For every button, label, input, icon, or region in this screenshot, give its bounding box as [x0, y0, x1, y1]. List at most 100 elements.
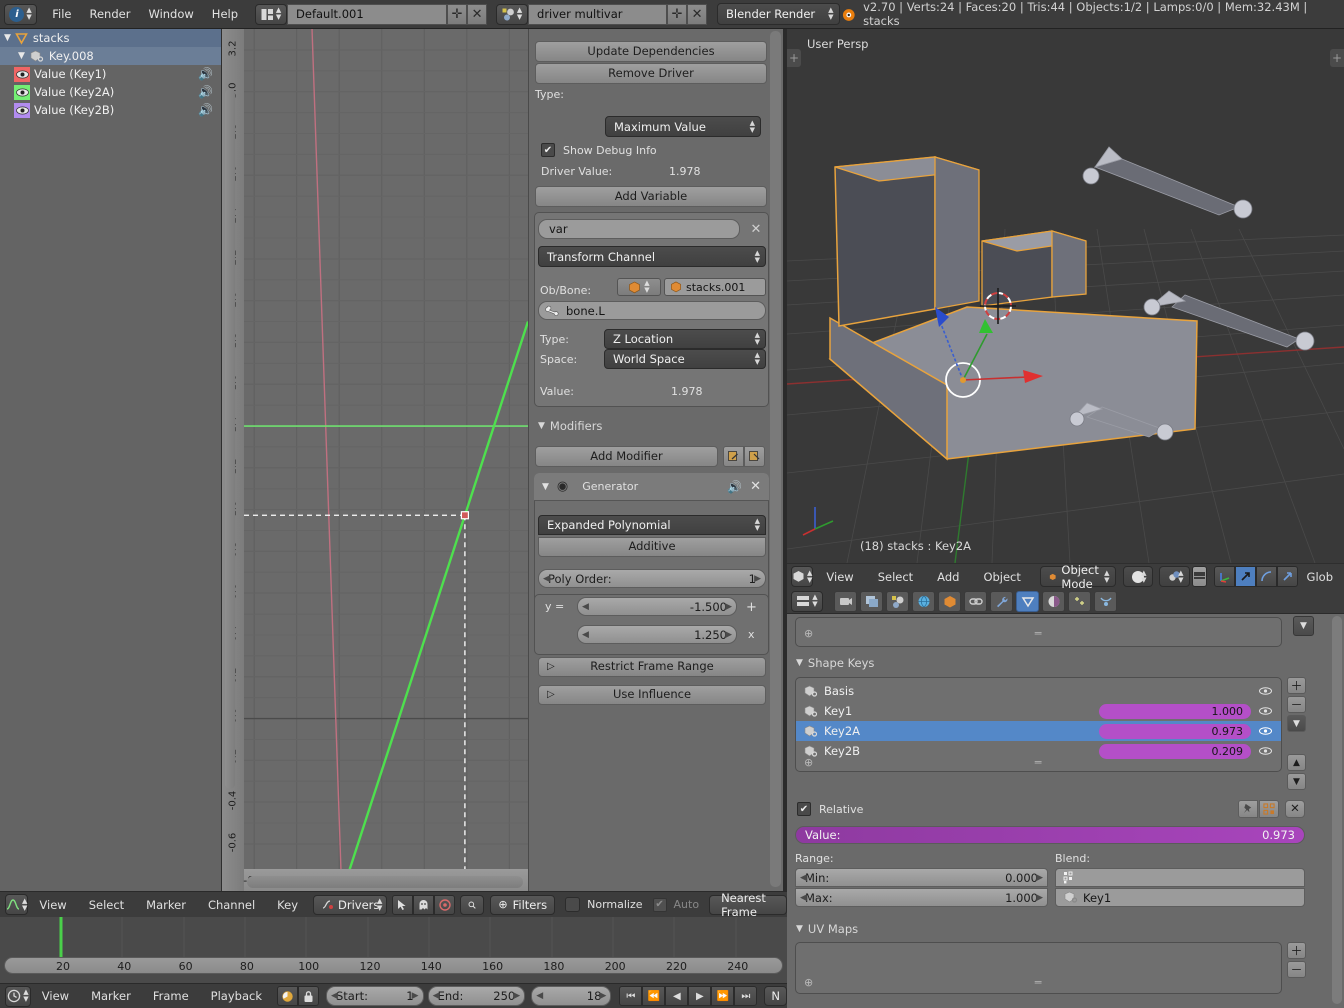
add-item-icon[interactable]: ⊕: [804, 756, 813, 769]
copy-paste-modifier-buttons[interactable]: [723, 446, 765, 467]
chevron-left-icon[interactable]: ◀: [800, 873, 807, 883]
scene-icon[interactable]: ▲▼: [496, 4, 528, 25]
use-influence-panel[interactable]: ▷ Use Influence: [538, 685, 766, 705]
chevron-right-icon[interactable]: ▶: [599, 991, 606, 1001]
grip-handle-icon[interactable]: ═: [1035, 627, 1043, 640]
eye-icon[interactable]: [14, 67, 30, 82]
paste-modifier-button[interactable]: [744, 446, 765, 467]
toolshelf-expand-icon[interactable]: +: [787, 49, 801, 67]
chevron-right-icon[interactable]: ▶: [725, 602, 732, 612]
ghost-curves-icon[interactable]: [413, 895, 434, 915]
graph-menu-marker[interactable]: Marker: [135, 898, 197, 912]
remove-shape-key-button[interactable]: －: [1287, 696, 1306, 713]
screen-layout-icon[interactable]: ▲▼: [255, 4, 287, 25]
mute-speaker-icon[interactable]: 🔊: [198, 67, 213, 81]
chevron-left-icon[interactable]: ◀: [543, 574, 550, 584]
tab-scene[interactable]: [886, 591, 909, 612]
graph-vertical-scrollbar[interactable]: [225, 89, 235, 789]
filters-button[interactable]: ⊕ Filters: [490, 895, 555, 915]
relative-checkbox-row[interactable]: ✔ Relative: [797, 802, 863, 816]
uv-maps-panel-header[interactable]: ▼ UV Maps: [796, 922, 858, 936]
jump-to-end-button[interactable]: ⏭: [734, 986, 757, 1006]
outliner-row-value-key1[interactable]: Value (Key1) 🔊: [0, 65, 221, 83]
screen-layout-selector[interactable]: ▲▼ Default.001 ✛ ✕: [255, 4, 487, 25]
tab-modifiers[interactable]: [990, 591, 1013, 612]
grip-handle-icon[interactable]: ═: [1035, 756, 1043, 769]
graph-selection-toggles[interactable]: [392, 895, 455, 915]
poly-order-stepper[interactable]: ◀ Poly Order: 1 ▶: [538, 569, 766, 588]
shape-keys-panel-header[interactable]: ▼ Shape Keys: [796, 656, 874, 670]
editor-type-view3d-icon[interactable]: ▲▼: [791, 566, 813, 587]
shape-key-value-slider[interactable]: 0.973: [1099, 724, 1251, 739]
eye-icon[interactable]: [14, 103, 30, 118]
lock-icon[interactable]: [298, 986, 319, 1006]
tab-object[interactable]: [938, 591, 961, 612]
timeline-editor[interactable]: 20406080100120140160180200220240: [0, 917, 787, 983]
coef1-field[interactable]: ◀ 1.250 ▶: [577, 625, 737, 644]
delete-variable-button[interactable]: ✕: [747, 219, 765, 239]
additive-toggle[interactable]: Additive: [538, 537, 766, 557]
graph-menu-select[interactable]: Select: [78, 898, 135, 912]
tab-render[interactable]: [834, 591, 857, 612]
viewport-3d[interactable]: User Persp (18) stacks : Key2A + +: [787, 29, 1344, 563]
scene-selector[interactable]: ▲▼ driver multivar ✛ ✕: [496, 4, 707, 25]
shape-key-clear-button[interactable]: ✕: [1285, 800, 1305, 818]
add-variable-button[interactable]: Add Variable: [535, 186, 767, 207]
chevron-right-icon[interactable]: ▶: [1036, 873, 1043, 883]
uv-maps-listbox[interactable]: ⊕ ═: [795, 942, 1282, 994]
end-frame-field[interactable]: ◀ End: 250 ▶: [428, 986, 526, 1006]
uv-map-add-remove-buttons[interactable]: ＋ －: [1287, 942, 1306, 978]
eye-icon[interactable]: [1257, 725, 1273, 738]
chevron-right-icon[interactable]: ▶: [513, 991, 520, 1001]
shape-key-specials-button[interactable]: ▼: [1287, 715, 1306, 732]
only-selected-curves-icon[interactable]: [434, 895, 455, 915]
shape-keys-listbox[interactable]: Basis Key1 1.000 Key2A 0.973: [795, 677, 1282, 772]
render-engine-selector[interactable]: Blender Render ▲▼: [717, 3, 840, 25]
disclosure-triangle-icon[interactable]: ▼: [18, 51, 25, 61]
graph-mode-select[interactable]: Drivers ▲▼: [313, 895, 387, 915]
jump-prev-keyframe-button[interactable]: ⏪: [642, 986, 665, 1006]
timeline-menu-marker[interactable]: Marker: [80, 989, 142, 1003]
viewport-scene[interactable]: [787, 29, 1344, 563]
graph-editor[interactable]: 3.23.02.82.62.42.22.01.81.61.41.21.00.80…: [222, 29, 528, 891]
driver-type-select[interactable]: Maximum Value ▲▼: [605, 116, 761, 137]
tab-object-data[interactable]: [1016, 591, 1039, 612]
shape-key-row-key1[interactable]: Key1 1.000: [796, 701, 1281, 721]
add-uv-map-button[interactable]: ＋: [1287, 942, 1306, 959]
eye-icon[interactable]: [14, 85, 30, 100]
disclosure-triangle-icon[interactable]: ▼: [4, 33, 11, 43]
add-item-icon[interactable]: ⊕: [804, 627, 813, 640]
blend-vertex-group-field[interactable]: [1055, 868, 1305, 887]
copy-modifier-button[interactable]: [723, 446, 744, 467]
chevron-left-icon[interactable]: ◀: [331, 991, 338, 1001]
scale-manipulator-icon[interactable]: [1277, 566, 1298, 587]
timeline-canvas[interactable]: [0, 917, 787, 957]
delete-scene-button[interactable]: ✕: [687, 4, 707, 25]
chevron-left-icon[interactable]: ◀: [582, 630, 589, 640]
mute-speaker-icon[interactable]: 🔊: [198, 85, 213, 99]
editor-type-info-icon[interactable]: i ▲▼: [4, 4, 37, 25]
auto-normalize-toggle[interactable]: ✔ Auto: [653, 898, 700, 912]
editor-type-graph-icon[interactable]: ▲▼: [5, 894, 28, 915]
graph-horizontal-scrollbar[interactable]: [247, 876, 523, 888]
shape-key-pin-icon[interactable]: [1238, 800, 1258, 818]
shape-key-value-slider[interactable]: 0.209: [1099, 744, 1251, 759]
rotate-manipulator-icon[interactable]: [1256, 566, 1277, 587]
range-max-field[interactable]: ◀ Max: 1.000 ▶: [795, 888, 1048, 907]
restrict-frame-range-panel[interactable]: ▷ Restrict Frame Range: [538, 657, 766, 677]
viewport-menu-add[interactable]: Add: [926, 570, 970, 584]
cursor-arrow-icon[interactable]: [392, 895, 413, 915]
add-shape-key-button[interactable]: ＋: [1287, 677, 1306, 694]
show-debug-info-row[interactable]: ✔ Show Debug Info: [541, 143, 657, 157]
menu-window[interactable]: Window: [139, 7, 202, 21]
menu-file[interactable]: File: [43, 7, 80, 21]
add-modifier-button[interactable]: Add Modifier: [535, 446, 718, 467]
radio-enable-icon[interactable]: ◉: [557, 479, 568, 494]
transform-type-select[interactable]: Z Location ▲▼: [604, 329, 766, 349]
shape-key-add-remove-buttons[interactable]: ＋ － ▼: [1287, 677, 1306, 732]
object-id-type-selector[interactable]: ▲▼: [617, 278, 661, 296]
fcurve-plot[interactable]: [222, 29, 528, 891]
shape-key-edit-mode-icon[interactable]: [1259, 800, 1279, 818]
tab-material[interactable]: [1042, 591, 1065, 612]
chevron-left-icon[interactable]: ◀: [582, 602, 589, 612]
